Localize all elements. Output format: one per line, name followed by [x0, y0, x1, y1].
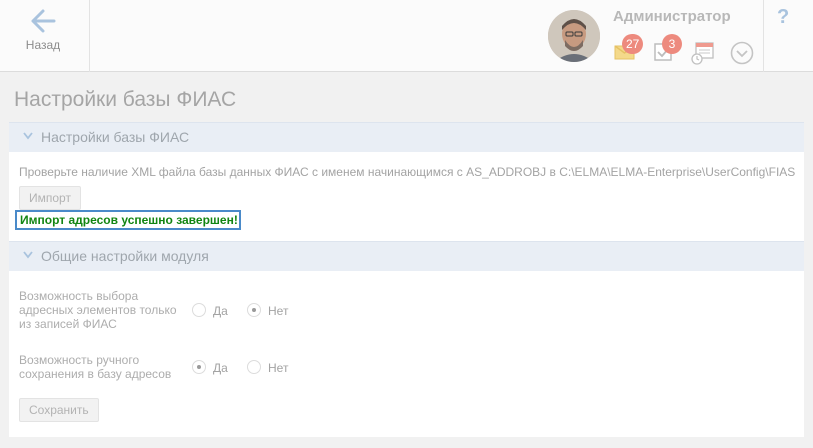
- chevron-down-icon: [23, 132, 33, 140]
- page-title: Настройки базы ФИАС: [14, 88, 237, 111]
- section-fias-header[interactable]: Настройки базы ФИАС: [9, 122, 804, 152]
- save-button[interactable]: Сохранить: [19, 398, 99, 422]
- calendar-button[interactable]: [690, 40, 714, 65]
- tasks-count-badge: 3: [662, 34, 682, 54]
- setting-fias-only-label: Возможность выбора адресных элементов то…: [19, 289, 177, 331]
- user-menu-button[interactable]: [730, 41, 754, 65]
- back-button[interactable]: Назад: [0, 0, 90, 72]
- setting-fias-only-yes-label[interactable]: Да: [213, 304, 228, 318]
- chevron-down-icon: [23, 251, 33, 259]
- calendar-clock-icon: [691, 42, 714, 65]
- setting-fias-only-no-radio[interactable]: [247, 303, 261, 317]
- avatar[interactable]: [548, 10, 600, 62]
- setting-manual-save-no-label[interactable]: Нет: [268, 361, 288, 375]
- setting-fias-only-no-label[interactable]: Нет: [268, 304, 288, 318]
- section-module-panel: Возможность выбора адресных элементов то…: [9, 271, 804, 437]
- section-module-title: Общие настройки модуля: [41, 248, 209, 264]
- top-bar: Назад Администратор 27 3 ?: [0, 0, 813, 72]
- setting-manual-save-yes-radio[interactable]: [192, 360, 206, 374]
- arrow-left-icon: [31, 9, 56, 33]
- user-name[interactable]: Администратор: [613, 8, 731, 25]
- messages-count-badge: 27: [622, 34, 644, 54]
- fias-info-text: Проверьте наличие XML файла базы данных …: [19, 165, 796, 179]
- help-separator: [763, 0, 764, 72]
- setting-manual-save-label: Возможность ручного сохранения в базу ад…: [19, 353, 172, 381]
- section-fias-title: Настройки базы ФИАС: [41, 129, 190, 145]
- setting-manual-save-no-radio[interactable]: [247, 360, 261, 374]
- setting-manual-save-yes-label[interactable]: Да: [213, 361, 228, 375]
- chevron-down-circle-icon: [730, 41, 754, 65]
- setting-fias-only-yes-radio[interactable]: [192, 303, 206, 317]
- import-success-message: Импорт адресов успешно завершен!: [15, 210, 241, 230]
- user-photo-icon: [548, 10, 600, 62]
- help-button[interactable]: ?: [777, 6, 789, 29]
- back-label: Назад: [25, 38, 61, 52]
- section-module-header[interactable]: Общие настройки модуля: [9, 241, 804, 271]
- import-button[interactable]: Импорт: [19, 186, 81, 210]
